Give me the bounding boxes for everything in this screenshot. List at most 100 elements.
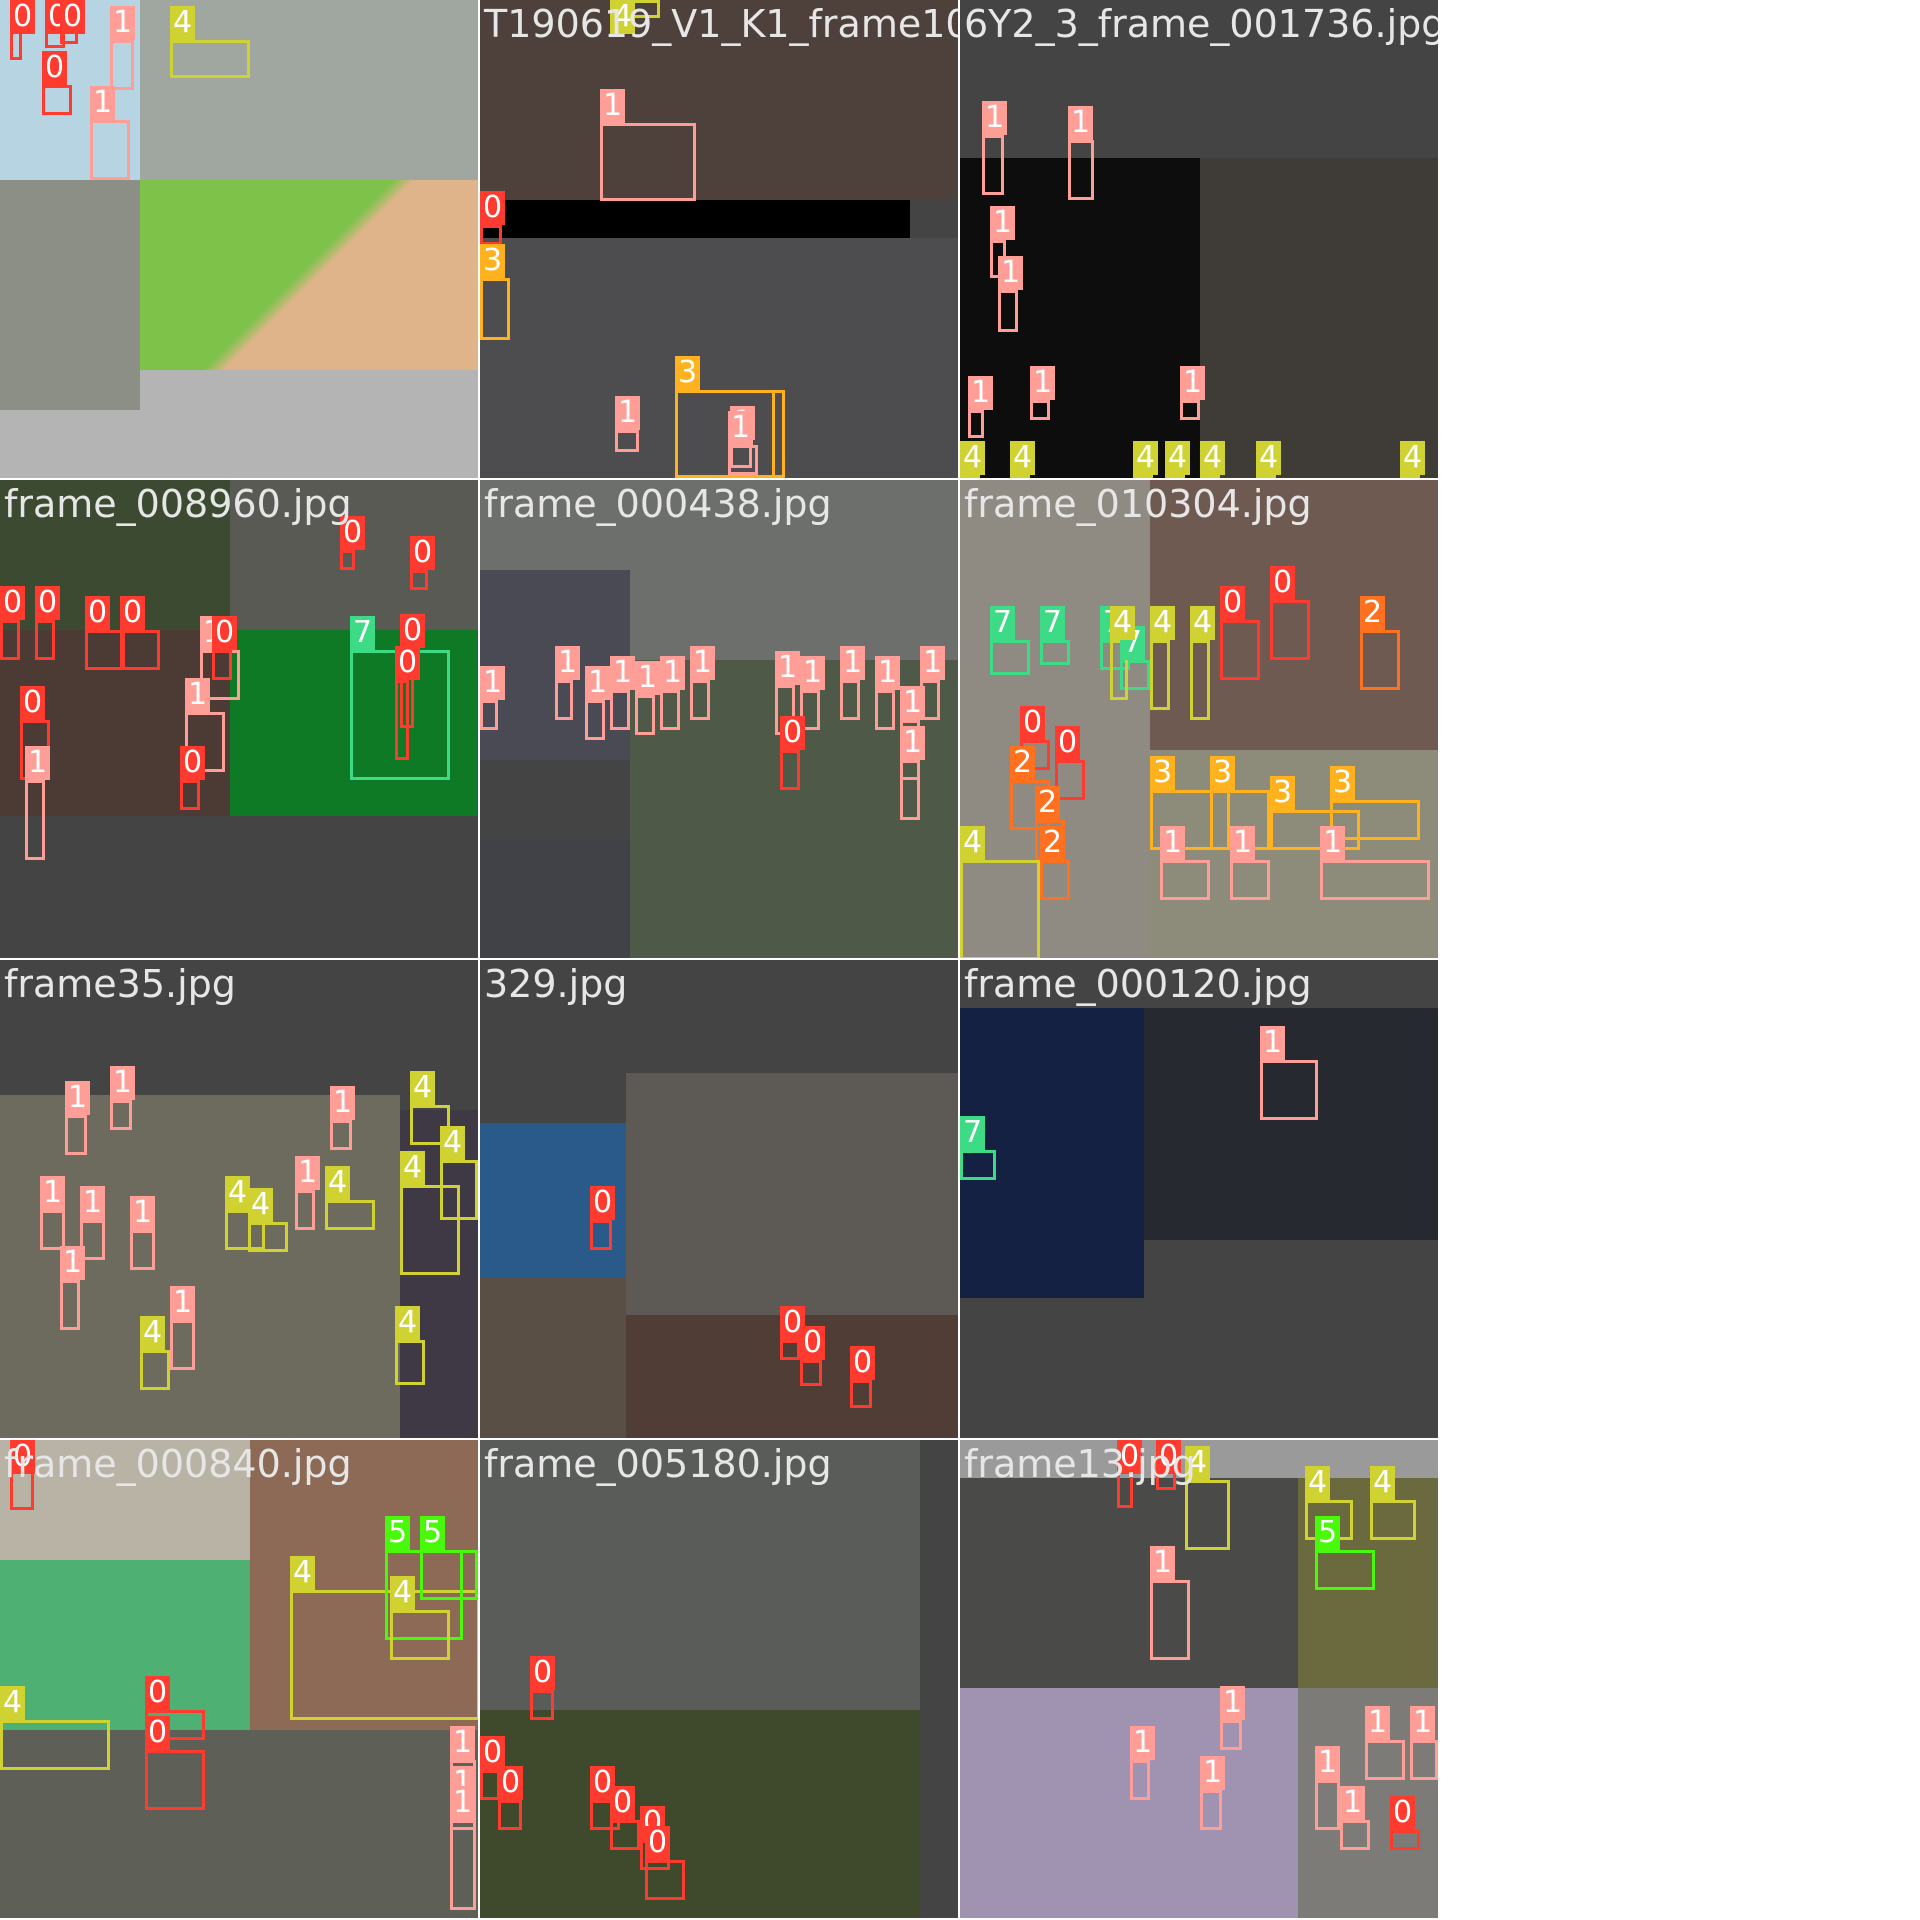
detection-label: 7 [1040,606,1066,640]
detection-label: 1 [1030,366,1056,400]
detection-box [340,550,355,570]
detection-box [480,225,502,245]
detection-box [1360,630,1400,690]
detection-label: 1 [600,89,626,123]
detection-label: 1 [1230,826,1256,860]
detection-box [110,1100,132,1130]
detection-box [480,700,498,730]
detection-label: 1 [90,86,116,120]
detection-box [1160,860,1210,900]
tile-7: 329.jpg 0000 [480,960,958,1438]
detection-label: 1 [875,656,901,690]
detection-label: 1 [800,656,826,690]
tile-title: frame_005180.jpg [484,1442,832,1486]
detection-box [1220,620,1260,680]
detection-box [1133,475,1153,478]
detection-label: 1 [1410,1706,1436,1740]
detection-box [498,1800,522,1830]
detection-label: 4 [1305,1466,1331,1500]
detection-box [645,1860,685,1900]
detection-box [130,1230,155,1270]
detection-label: 0 [0,586,26,620]
detection-label: 2 [1040,826,1066,860]
detection-box [1165,475,1185,478]
detection-box [1256,475,1276,478]
detection-label: 1 [1320,826,1346,860]
detection-label: 1 [1130,1726,1156,1760]
detection-box [840,680,860,720]
detection-box [1030,400,1050,420]
detection-box [410,570,428,590]
detection-label: 3 [1270,776,1296,810]
detection-box [110,40,134,90]
detection-box [690,680,710,720]
detection-box [610,690,630,730]
detection-label: 3 [480,244,506,278]
detection-box [295,1190,315,1230]
detection-label: 1 [450,1786,476,1820]
image-patch [960,1688,1298,1918]
detection-label: 1 [1220,1686,1246,1720]
detection-label: 4 [1165,441,1191,475]
detection-label: 4 [400,1151,426,1185]
detection-label: 0 [180,746,206,780]
tile-title: 329.jpg [484,962,628,1006]
detection-label: 1 [295,1156,321,1190]
detection-label: 7 [960,1116,986,1150]
detection-box [1320,860,1430,900]
detection-label: 3 [675,356,701,390]
image-patch [0,1560,250,1730]
detection-label: 0 [1270,566,1296,600]
detection-box [635,695,655,735]
detection-label: 4 [225,1176,251,1210]
detection-label: 1 [998,256,1024,290]
detection-box [982,135,1004,195]
image-patch [480,1278,626,1438]
detection-box [1150,1580,1190,1660]
detection-label: 0 [645,1826,671,1860]
detection-box [325,1200,375,1230]
detection-box [960,1150,996,1180]
detection-box [1130,1760,1150,1800]
detection-label: 1 [990,206,1016,240]
detection-label: 4 [1200,441,1226,475]
detection-box [998,290,1018,332]
detection-box [590,1220,612,1250]
detection-box [1260,1060,1318,1120]
detection-box [60,1280,80,1330]
detection-label: 1 [330,1086,356,1120]
detection-box [1230,860,1270,900]
detection-label: 0 [1220,586,1246,620]
image-patch [960,1478,1298,1688]
image-patch [480,840,630,958]
detection-label: 0 [20,686,46,720]
detection-label: 4 [1150,606,1176,640]
detection-box [850,1380,872,1408]
detection-label: 4 [395,1306,421,1340]
detection-label: 1 [1068,106,1094,140]
detection-box [1180,400,1200,420]
detection-label: 1 [1260,1026,1286,1060]
detection-box [35,620,55,660]
detection-box [728,445,758,475]
detection-box [1315,1550,1375,1590]
detection-label: 1 [25,746,51,780]
detection-box [330,1120,352,1150]
detection-box [660,690,680,730]
detection-box [480,278,510,340]
tile-11: frame13.jpg 004144511111110 [960,1440,1438,1918]
detection-label: 4 [0,1686,26,1720]
detection-label: 7 [990,606,1016,640]
detection-label: 1 [1340,1786,1366,1820]
detection-label: 5 [420,1516,446,1550]
detection-box [1040,860,1070,900]
detection-label: 0 [530,1656,556,1690]
detection-box [1390,1830,1420,1850]
detection-label: 1 [1180,366,1206,400]
detection-label: 1 [968,376,994,410]
detection-label: 4 [390,1576,416,1610]
detection-label: 1 [1150,1546,1176,1580]
tile-title: frame_000438.jpg [484,482,832,526]
detection-label: 1 [1365,1706,1391,1740]
detection-box [1150,640,1170,710]
